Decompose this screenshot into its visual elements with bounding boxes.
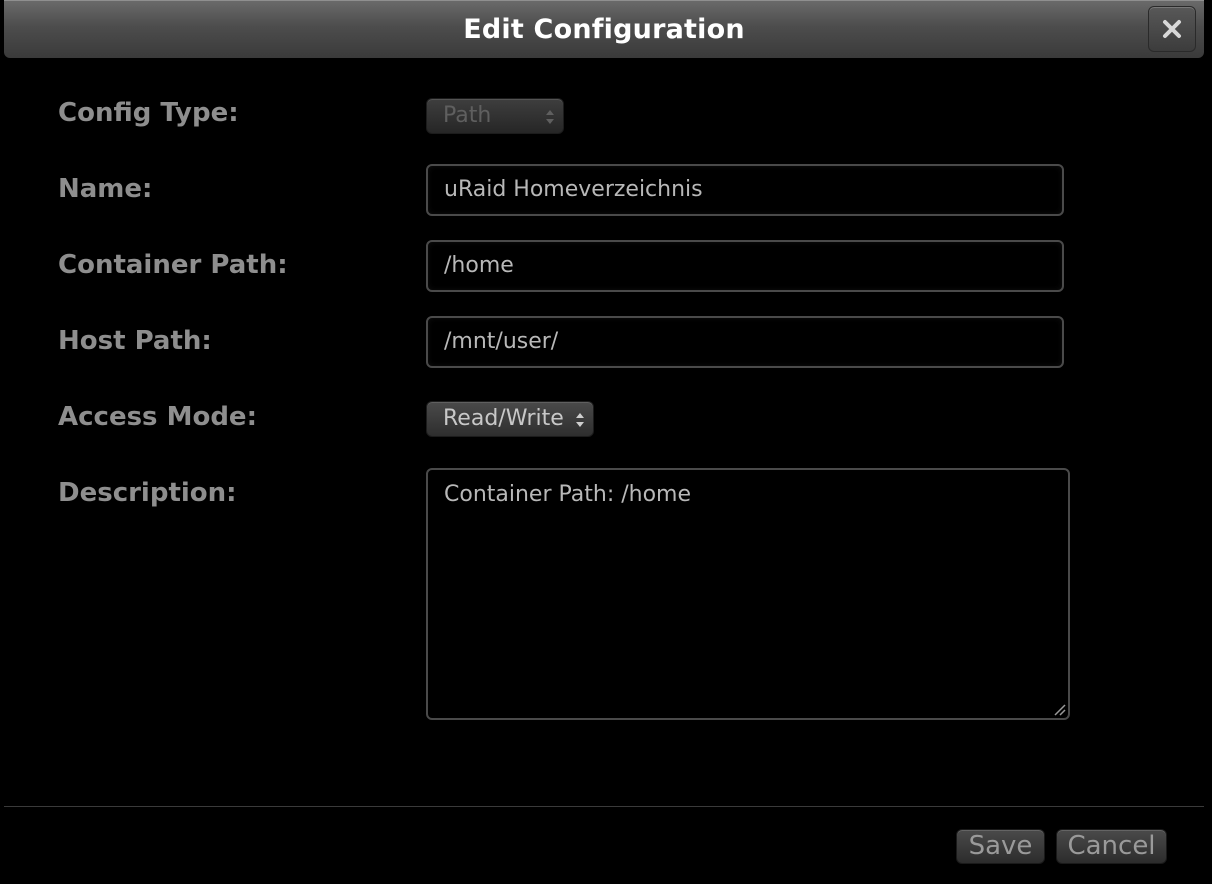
access-mode-select[interactable]: Read/Write: [426, 401, 594, 437]
access-mode-label: Access Mode:: [58, 402, 257, 432]
container-path-input[interactable]: /home: [426, 240, 1064, 292]
edit-configuration-dialog: Edit Configuration Config Type: Path Nam…: [0, 0, 1212, 884]
host-path-input[interactable]: /mnt/user/: [426, 316, 1064, 368]
close-button[interactable]: [1148, 6, 1196, 52]
name-input[interactable]: uRaid Homeverzeichnis: [426, 164, 1064, 216]
description-value: Container Path: /home: [444, 482, 692, 507]
select-arrows-icon: [576, 413, 584, 427]
cancel-button[interactable]: Cancel: [1056, 829, 1167, 864]
resize-handle-icon[interactable]: [1052, 702, 1066, 716]
description-label: Description:: [58, 478, 237, 508]
close-icon: [1163, 20, 1181, 38]
access-mode-value: Read/Write: [443, 406, 564, 431]
name-label: Name:: [58, 174, 153, 204]
name-input-value: uRaid Homeverzeichnis: [444, 177, 703, 202]
description-textarea[interactable]: Container Path: /home: [426, 468, 1070, 720]
footer-divider: [4, 806, 1204, 807]
dialog-titlebar: Edit Configuration: [4, 0, 1204, 58]
host-path-label: Host Path:: [58, 326, 212, 356]
host-path-value: /mnt/user/: [444, 329, 559, 354]
config-type-value: Path: [443, 103, 492, 128]
save-button[interactable]: Save: [956, 829, 1045, 864]
select-arrows-icon: [546, 110, 554, 124]
dialog-title: Edit Configuration: [463, 14, 745, 45]
config-type-select: Path: [426, 98, 564, 134]
container-path-value: /home: [444, 253, 514, 278]
config-type-label: Config Type:: [58, 98, 239, 128]
container-path-label: Container Path:: [58, 250, 288, 280]
